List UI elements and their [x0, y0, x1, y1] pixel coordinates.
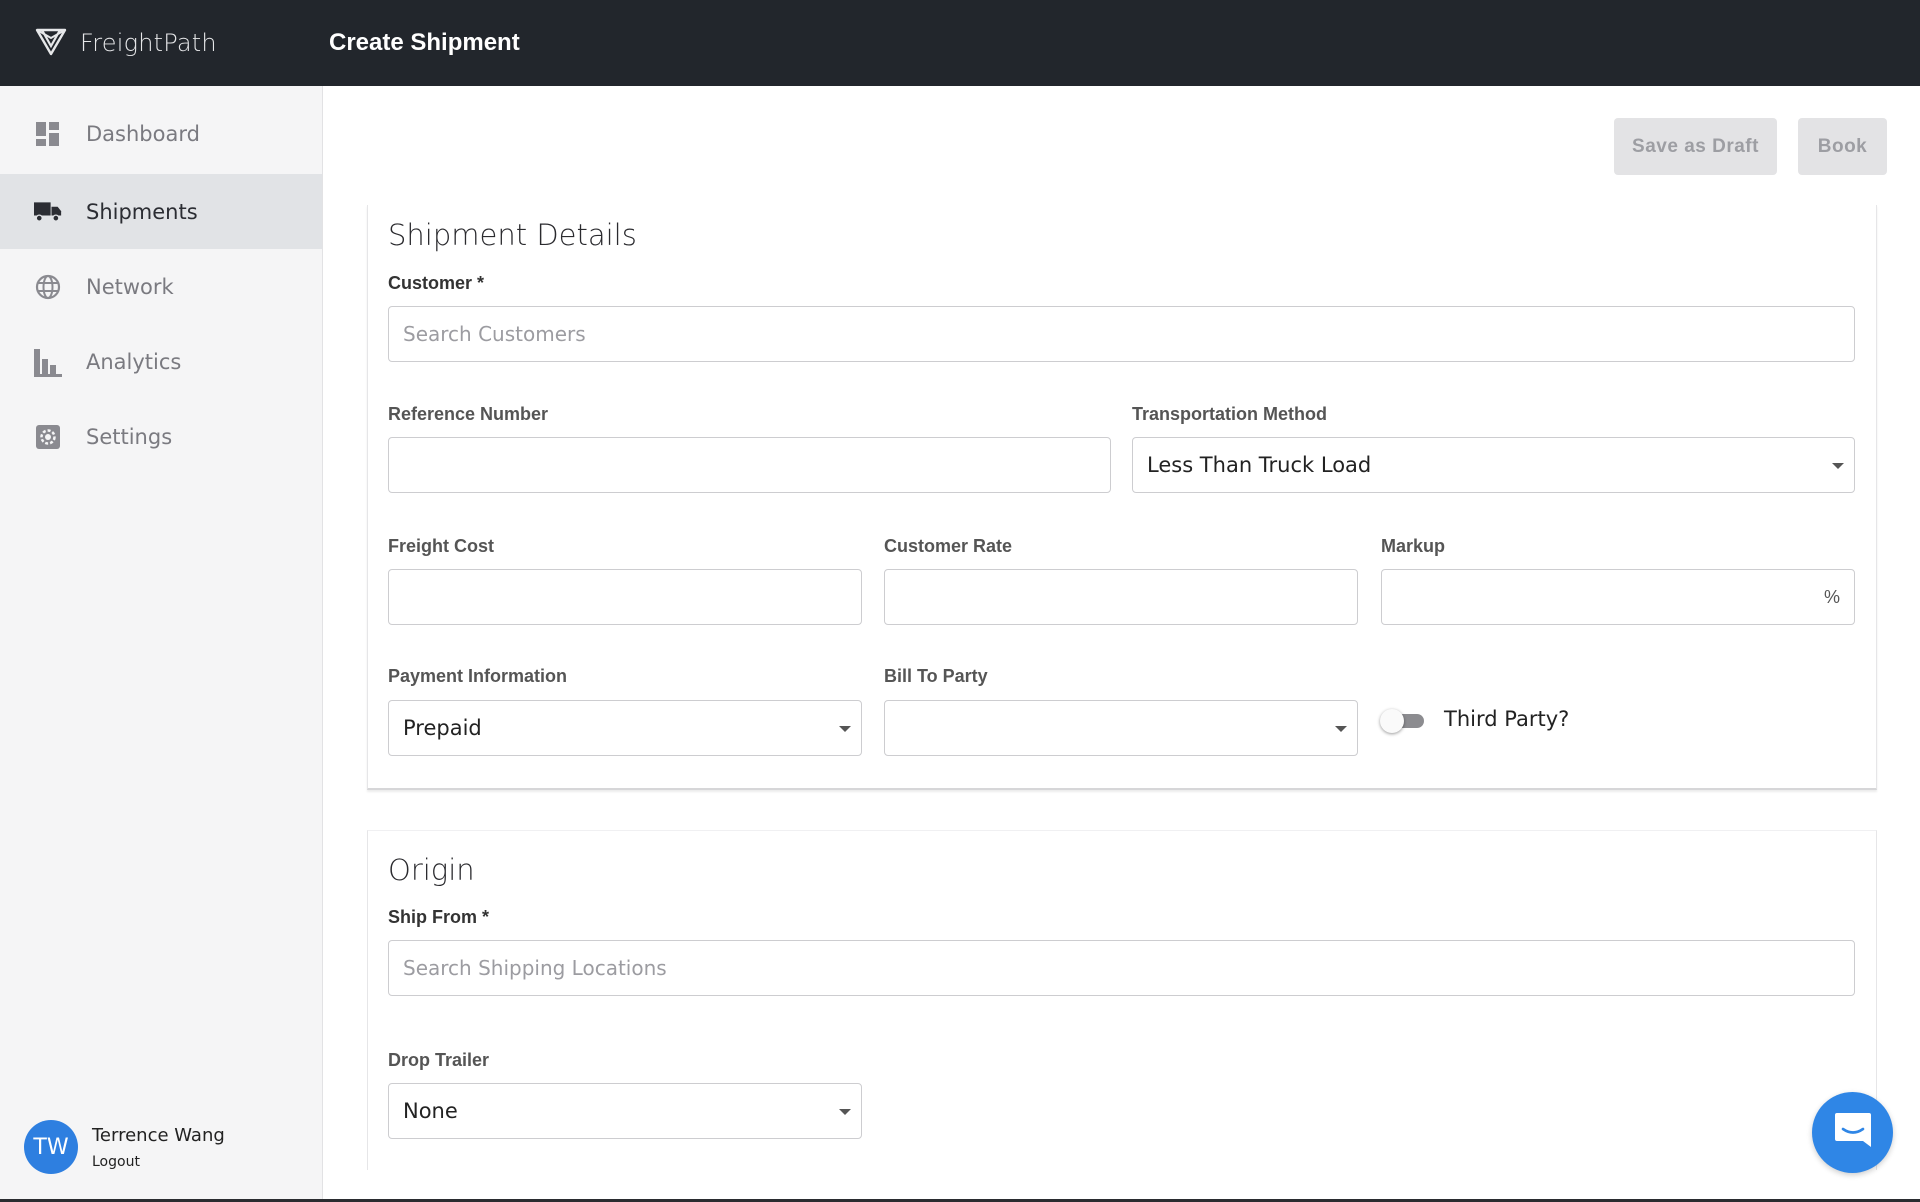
chat-icon	[1833, 1111, 1873, 1154]
sidebar-item-settings[interactable]: Settings	[0, 399, 322, 474]
sidebar-item-shipments[interactable]: Shipments	[0, 174, 322, 249]
payment-information-select[interactable]: Prepaid	[388, 700, 862, 756]
freightpath-logo-icon	[34, 24, 68, 63]
sidebar-item-label: Network	[86, 274, 174, 299]
payment-information-label: Payment Information	[388, 666, 568, 686]
origin-title: Origin	[388, 853, 475, 887]
drop-trailer-select[interactable]: None	[388, 1083, 862, 1139]
third-party-label: Third Party?	[1444, 707, 1570, 731]
logout-link[interactable]: Logout	[92, 1154, 225, 1170]
ship-from-placeholder: Search Shipping Locations	[403, 956, 667, 980]
sidebar-item-label: Dashboard	[86, 121, 200, 146]
sidebar-item-network[interactable]: Network	[0, 249, 322, 324]
save-as-draft-button[interactable]: Save as Draft	[1614, 118, 1777, 175]
transportation-method-value: Less Than Truck Load	[1147, 453, 1372, 477]
reference-number-label: Reference Number	[388, 404, 549, 424]
customer-label: Customer *	[388, 273, 485, 293]
user-name: Terrence Wang	[92, 1124, 225, 1146]
caret-down-icon	[839, 1109, 851, 1115]
chat-launcher-button[interactable]	[1812, 1092, 1893, 1173]
markup-input[interactable]: %	[1381, 569, 1855, 625]
brand[interactable]: FreightPath	[34, 0, 217, 86]
top-bar: FreightPath Create Shipment	[0, 0, 1920, 86]
sidebar-item-label: Analytics	[86, 349, 182, 374]
ship-from-search-input[interactable]: Search Shipping Locations	[388, 940, 1855, 996]
page-title: Create Shipment	[329, 29, 520, 56]
user-profile: TW Terrence Wang Logout	[24, 1120, 225, 1174]
globe-icon	[34, 273, 62, 301]
freight-cost-input[interactable]	[388, 569, 862, 625]
drop-trailer-value: None	[403, 1099, 458, 1123]
sidebar-item-label: Settings	[86, 424, 173, 449]
customer-rate-input[interactable]	[884, 569, 1358, 625]
reference-number-input[interactable]	[388, 437, 1111, 493]
dashboard-icon	[34, 120, 62, 148]
customer-search-input[interactable]: Search Customers	[388, 306, 1855, 362]
sidebar-item-analytics[interactable]: Analytics	[0, 324, 322, 399]
shipment-details-title: Shipment Details	[388, 218, 637, 252]
caret-down-icon	[839, 726, 851, 732]
sidebar: Dashboard Shipments Network Analytics Se…	[0, 86, 323, 1202]
payment-information-value: Prepaid	[403, 716, 482, 740]
brand-name: FreightPath	[80, 29, 217, 57]
percent-suffix: %	[1823, 587, 1840, 607]
caret-down-icon	[1832, 463, 1844, 469]
caret-down-icon	[1335, 726, 1347, 732]
third-party-toggle[interactable]	[1380, 709, 1428, 733]
gear-icon	[34, 423, 62, 451]
transportation-method-select[interactable]: Less Than Truck Load	[1132, 437, 1855, 493]
customer-rate-label: Customer Rate	[884, 536, 1013, 556]
ship-from-label: Ship From *	[388, 907, 490, 927]
transportation-method-label: Transportation Method	[1132, 404, 1327, 424]
customer-placeholder: Search Customers	[403, 322, 586, 346]
freight-cost-label: Freight Cost	[388, 536, 494, 556]
book-button[interactable]: Book	[1798, 118, 1887, 175]
bar-chart-icon	[34, 348, 62, 377]
toggle-knob	[1380, 709, 1404, 733]
bill-to-party-select[interactable]	[884, 700, 1358, 756]
truck-icon	[34, 198, 62, 226]
sidebar-item-dashboard[interactable]: Dashboard	[0, 96, 322, 171]
avatar[interactable]: TW	[24, 1120, 78, 1174]
sidebar-item-label: Shipments	[86, 199, 198, 224]
bill-to-party-label: Bill To Party	[884, 666, 988, 686]
markup-label: Markup	[1381, 536, 1446, 556]
drop-trailer-label: Drop Trailer	[388, 1050, 490, 1070]
